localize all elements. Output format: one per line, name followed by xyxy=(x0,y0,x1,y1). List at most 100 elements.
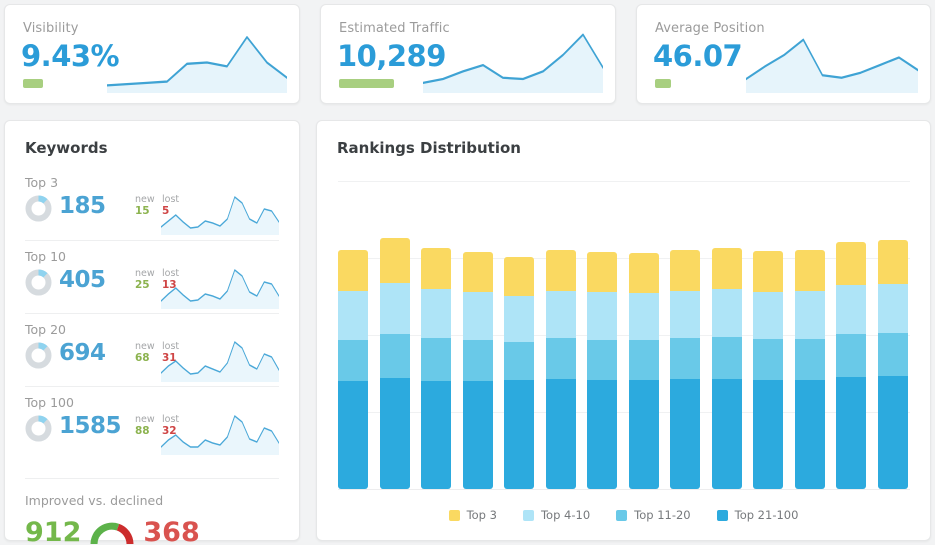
bar-stack[interactable] xyxy=(753,251,783,489)
segment-top-21-100 xyxy=(379,378,410,489)
donut-ring-icon xyxy=(25,342,52,369)
keywords-new: new 15 xyxy=(135,194,155,218)
segment-top-4-10 xyxy=(670,291,700,338)
segment-top-11-20 xyxy=(338,340,368,381)
bar-stack[interactable] xyxy=(711,248,742,489)
segment-top-11-20 xyxy=(379,334,410,378)
segment-top-4-10 xyxy=(794,291,825,339)
kpi-progress-bar xyxy=(23,79,43,88)
legend-item[interactable]: Top 3 xyxy=(448,508,497,522)
segment-top-11-20 xyxy=(794,339,825,380)
legend-item[interactable]: Top 4-10 xyxy=(522,508,591,522)
legend-label: Top 21-100 xyxy=(734,508,799,522)
legend-label: Top 11-20 xyxy=(634,508,691,522)
x-axis-line xyxy=(338,489,910,490)
segment-top-11-20 xyxy=(628,340,659,380)
chart-legend: Top 3 Top 4-10 Top 11-20 Top 21-100 xyxy=(317,508,930,522)
new-label: new xyxy=(135,414,155,425)
bar-stack[interactable] xyxy=(670,250,700,489)
segment-top-3 xyxy=(836,242,866,285)
segment-top-11-20 xyxy=(836,334,866,377)
keyword-tier-list: Top 3 185 new 15 lost 5 Top 10 405 new 25 lost 13 To… xyxy=(5,167,299,459)
bar-stack[interactable] xyxy=(379,238,410,489)
keyword-tier-row[interactable]: Top 10 405 new 25 lost 13 xyxy=(25,240,279,313)
segment-top-21-100 xyxy=(753,380,783,489)
segment-top-11-20 xyxy=(877,333,908,376)
bar-group xyxy=(338,181,910,489)
segment-top-4-10 xyxy=(545,291,576,338)
legend-item[interactable]: Top 11-20 xyxy=(616,508,691,522)
bar-stack[interactable] xyxy=(877,240,908,489)
segment-top-21-100 xyxy=(421,381,451,489)
segment-top-4-10 xyxy=(379,283,410,334)
sparkline-keyword-tier xyxy=(161,269,279,309)
bar-stack[interactable] xyxy=(628,253,659,489)
bar-stack[interactable] xyxy=(794,250,825,489)
keyword-tier-label: Top 3 xyxy=(25,175,59,190)
bar-stack[interactable] xyxy=(462,252,493,489)
kpi-label: Visibility xyxy=(23,21,79,36)
segment-top-21-100 xyxy=(877,376,908,489)
keyword-tier-label: Top 20 xyxy=(25,322,66,337)
dashboard-page: Visibility 9.43% Estimated Traffic 10,28… xyxy=(0,0,935,545)
kpi-card-estimated-traffic[interactable]: Estimated Traffic 10,289 xyxy=(320,4,616,104)
improved-vs-declined-label: Improved vs. declined xyxy=(25,493,164,508)
keyword-tier-row[interactable]: Top 20 694 new 68 lost 31 xyxy=(25,313,279,386)
segment-top-3 xyxy=(628,253,659,293)
segment-top-4-10 xyxy=(504,296,534,342)
bar-stack[interactable] xyxy=(545,250,576,489)
keyword-tier-row[interactable]: Top 100 1585 new 88 lost 32 xyxy=(25,386,279,459)
rankings-chart xyxy=(338,181,910,490)
segment-top-3 xyxy=(462,252,493,292)
legend-swatch xyxy=(616,509,628,521)
segment-top-3 xyxy=(379,238,410,283)
gauge-icon xyxy=(90,522,134,544)
panel-title: Keywords xyxy=(25,139,108,157)
legend-label: Top 3 xyxy=(466,508,497,522)
keyword-count: 405 xyxy=(59,267,106,293)
segment-top-11-20 xyxy=(421,338,451,381)
segment-top-4-10 xyxy=(628,293,659,340)
segment-top-4-10 xyxy=(338,291,368,340)
segment-top-3 xyxy=(670,250,700,291)
segment-top-3 xyxy=(794,250,825,291)
keywords-new: new 68 xyxy=(135,341,155,365)
segment-top-3 xyxy=(877,240,908,284)
legend-item[interactable]: Top 21-100 xyxy=(716,508,799,522)
segment-top-4-10 xyxy=(836,285,866,334)
segment-top-21-100 xyxy=(794,380,825,489)
improved-count: 912 xyxy=(25,517,82,545)
bar-stack[interactable] xyxy=(338,250,368,489)
bar-stack[interactable] xyxy=(421,248,451,489)
segment-top-4-10 xyxy=(877,284,908,333)
sparkline-keyword-tier xyxy=(161,196,279,235)
keywords-new: new 25 xyxy=(135,268,155,292)
bar-stack[interactable] xyxy=(504,257,534,489)
segment-top-11-20 xyxy=(545,338,576,379)
kpi-card-visibility[interactable]: Visibility 9.43% xyxy=(4,4,300,104)
keyword-tier-label: Top 10 xyxy=(25,249,66,264)
segment-top-21-100 xyxy=(462,381,493,489)
segment-top-21-100 xyxy=(711,379,742,489)
improved-vs-declined-row: 912 368 xyxy=(25,517,279,545)
segment-top-11-20 xyxy=(753,339,783,380)
new-label: new xyxy=(135,194,155,205)
segment-top-3 xyxy=(711,248,742,289)
segment-top-3 xyxy=(338,250,368,291)
declined-count: 368 xyxy=(143,517,200,545)
rankings-distribution-panel: Rankings Distribution Top 3 Top 4-10 Top 1… xyxy=(316,120,931,541)
keyword-count: 185 xyxy=(59,193,106,219)
segment-top-3 xyxy=(587,252,617,292)
bar-stack[interactable] xyxy=(587,252,617,489)
segment-top-3 xyxy=(545,250,576,291)
kpi-card-average-position[interactable]: Average Position 46.07 xyxy=(636,4,931,104)
donut-ring-icon xyxy=(25,415,52,442)
new-value: 25 xyxy=(135,279,150,291)
legend-label: Top 4-10 xyxy=(540,508,591,522)
keyword-tier-row[interactable]: Top 3 185 new 15 lost 5 xyxy=(25,167,279,240)
bar-stack[interactable] xyxy=(836,242,866,489)
segment-top-11-20 xyxy=(711,337,742,379)
sparkline-keyword-tier xyxy=(161,341,279,382)
segment-top-11-20 xyxy=(587,340,617,380)
segment-top-21-100 xyxy=(670,379,700,489)
